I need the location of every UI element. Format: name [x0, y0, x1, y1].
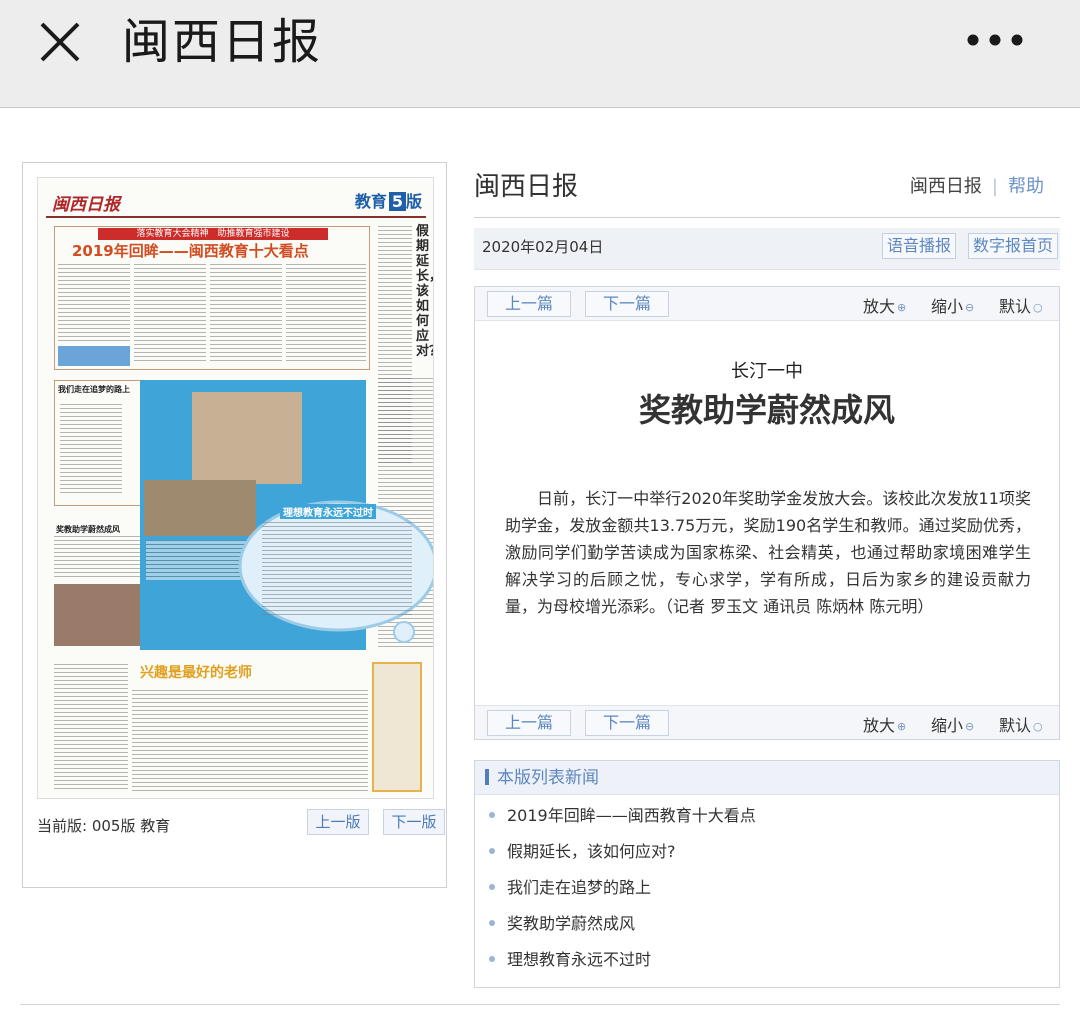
list-item[interactable]: 我们走在追梦的路上 — [489, 873, 1059, 909]
text-block — [54, 664, 128, 792]
newspaper-page-image[interactable]: 闽西日报 教育 5 版 落实教育大会精神 助推教育强市建设 2019年回眸——闽西教… — [37, 177, 434, 799]
digital-home-button[interactable]: 数字报首页 — [968, 233, 1059, 259]
help-link[interactable]: 帮助 — [1008, 176, 1044, 197]
banner-text: 落实教育大会精神 助推教育强市建设 — [98, 228, 328, 240]
text-block — [54, 536, 150, 578]
app-bar: 闽西日报 — [0, 0, 1080, 108]
zoom-in-icon: ⊕ — [897, 720, 907, 733]
bullet-icon — [489, 884, 495, 890]
prev-article-button[interactable]: 上一篇 — [487, 291, 571, 317]
list-header: 本版列表新闻 — [475, 761, 1059, 795]
bottom-headline: 兴趣是最好的老师 — [140, 665, 252, 681]
newspaper-logo: 闽西日报 — [52, 195, 120, 215]
more-dots-icon[interactable] — [966, 30, 1024, 50]
zoom-out-icon: ⊖ — [965, 301, 975, 314]
next-edition-button[interactable]: 下一版 — [383, 809, 445, 835]
text-block — [134, 264, 206, 364]
link-separator: | — [991, 176, 998, 197]
zoom-out-button[interactable]: 缩小 ⊖ — [931, 293, 974, 317]
app-title: 闽西日报 — [122, 14, 323, 70]
zoom-default-button[interactable]: 默认 ○ — [999, 293, 1043, 317]
bullet-icon — [489, 956, 495, 962]
small-photo — [58, 346, 130, 366]
text-block — [286, 264, 366, 364]
home-link[interactable]: 闽西日报 — [910, 176, 982, 197]
zoom-in-button[interactable]: 放大 ⊕ — [863, 293, 906, 317]
close-icon[interactable] — [38, 20, 82, 64]
zoom-out-button[interactable]: 缩小 ⊖ — [931, 712, 974, 736]
radio-icon: ○ — [1033, 720, 1043, 733]
list-item[interactable]: 理想教育永远不过时 — [489, 945, 1059, 981]
article-nav-top: 上一篇 下一篇 放大 ⊕ 缩小 ⊖ 默认 ○ — [475, 287, 1059, 321]
current-edition-label: 当前版: 005版 教育 — [37, 817, 171, 835]
article-subhead: 长汀一中 — [731, 361, 803, 382]
vertical-headline: 假期延长，该如何应对？ — [416, 224, 433, 359]
list-item[interactable]: 2019年回眸——闽西教育十大看点 — [489, 801, 1059, 837]
top-links: 闽西日报 | 帮助 — [910, 172, 1044, 198]
header-bar-icon — [485, 769, 489, 785]
prev-article-button[interactable]: 上一篇 — [487, 710, 571, 736]
article-nav-bottom: 上一篇 下一篇 放大 ⊕ 缩小 ⊖ 默认 ○ — [475, 705, 1059, 739]
zoom-in-button[interactable]: 放大 ⊕ — [863, 712, 906, 736]
text-block — [132, 690, 368, 794]
newspaper-panel: 闽西日报 教育 5 版 落实教育大会精神 助推教育强市建设 2019年回眸——闽西教… — [22, 162, 447, 888]
date-bar: 2020年02月04日 语音播报 数字报首页 — [474, 228, 1060, 270]
main-headline-thumb: 2019年回眸——闽西教育十大看点 — [72, 242, 309, 260]
prev-edition-button[interactable]: 上一版 — [307, 809, 369, 835]
voice-broadcast-button[interactable]: 语音播报 — [882, 233, 957, 259]
next-article-button[interactable]: 下一篇 — [585, 291, 669, 317]
text-block — [58, 264, 130, 344]
list-item[interactable]: 奖教助学蔚然成风 — [489, 909, 1059, 945]
bubble-headline: 理想教育永远不过时 — [280, 504, 376, 519]
zoom-default-button[interactable]: 默认 ○ — [999, 712, 1043, 736]
zoom-out-icon: ⊖ — [965, 720, 975, 733]
zoom-in-icon: ⊕ — [897, 301, 907, 314]
section-label: 教育 5 版 — [354, 192, 422, 211]
article-headline: 奖教助学蔚然成风 — [638, 391, 895, 429]
radio-icon: ○ — [1033, 301, 1043, 314]
newspaper-masthead: 闽西日报 教育 5 版 — [46, 186, 426, 218]
group-photo — [192, 392, 302, 484]
list-item[interactable]: 假期延长，该如何应对? — [489, 837, 1059, 873]
article-body: 日前，长汀一中举行2020年奖助学金发放大会。该校此次发放11项奖助学金，发放金… — [505, 489, 1031, 616]
edition-footer: 当前版: 005版 教育 上一版 下一版 — [37, 809, 445, 843]
text-block — [60, 404, 122, 496]
bullet-icon — [489, 812, 495, 818]
edition-news-list: 本版列表新闻 2019年回眸——闽西教育十大看点 假期延长，该如何应对? 我们走… — [474, 760, 1060, 988]
text-block — [210, 264, 282, 364]
bullet-icon — [489, 920, 495, 926]
divider — [474, 217, 1060, 218]
next-article-button[interactable]: 下一篇 — [585, 710, 669, 736]
bullet-icon — [489, 848, 495, 854]
side-headline-1: 我们走在追梦的路上 — [58, 385, 130, 394]
artwork-photo — [372, 662, 422, 792]
side-headline-2: 奖教助学蔚然成风 — [56, 525, 120, 534]
page-title: 闽西日报 — [474, 172, 579, 202]
article-panel: 上一篇 下一篇 放大 ⊕ 缩小 ⊖ 默认 ○ 长汀一中 奖教助学蔚然成风 日前，长汀一… — [474, 286, 1060, 740]
issue-date: 2020年02月04日 — [482, 238, 604, 256]
text-block — [262, 522, 412, 618]
